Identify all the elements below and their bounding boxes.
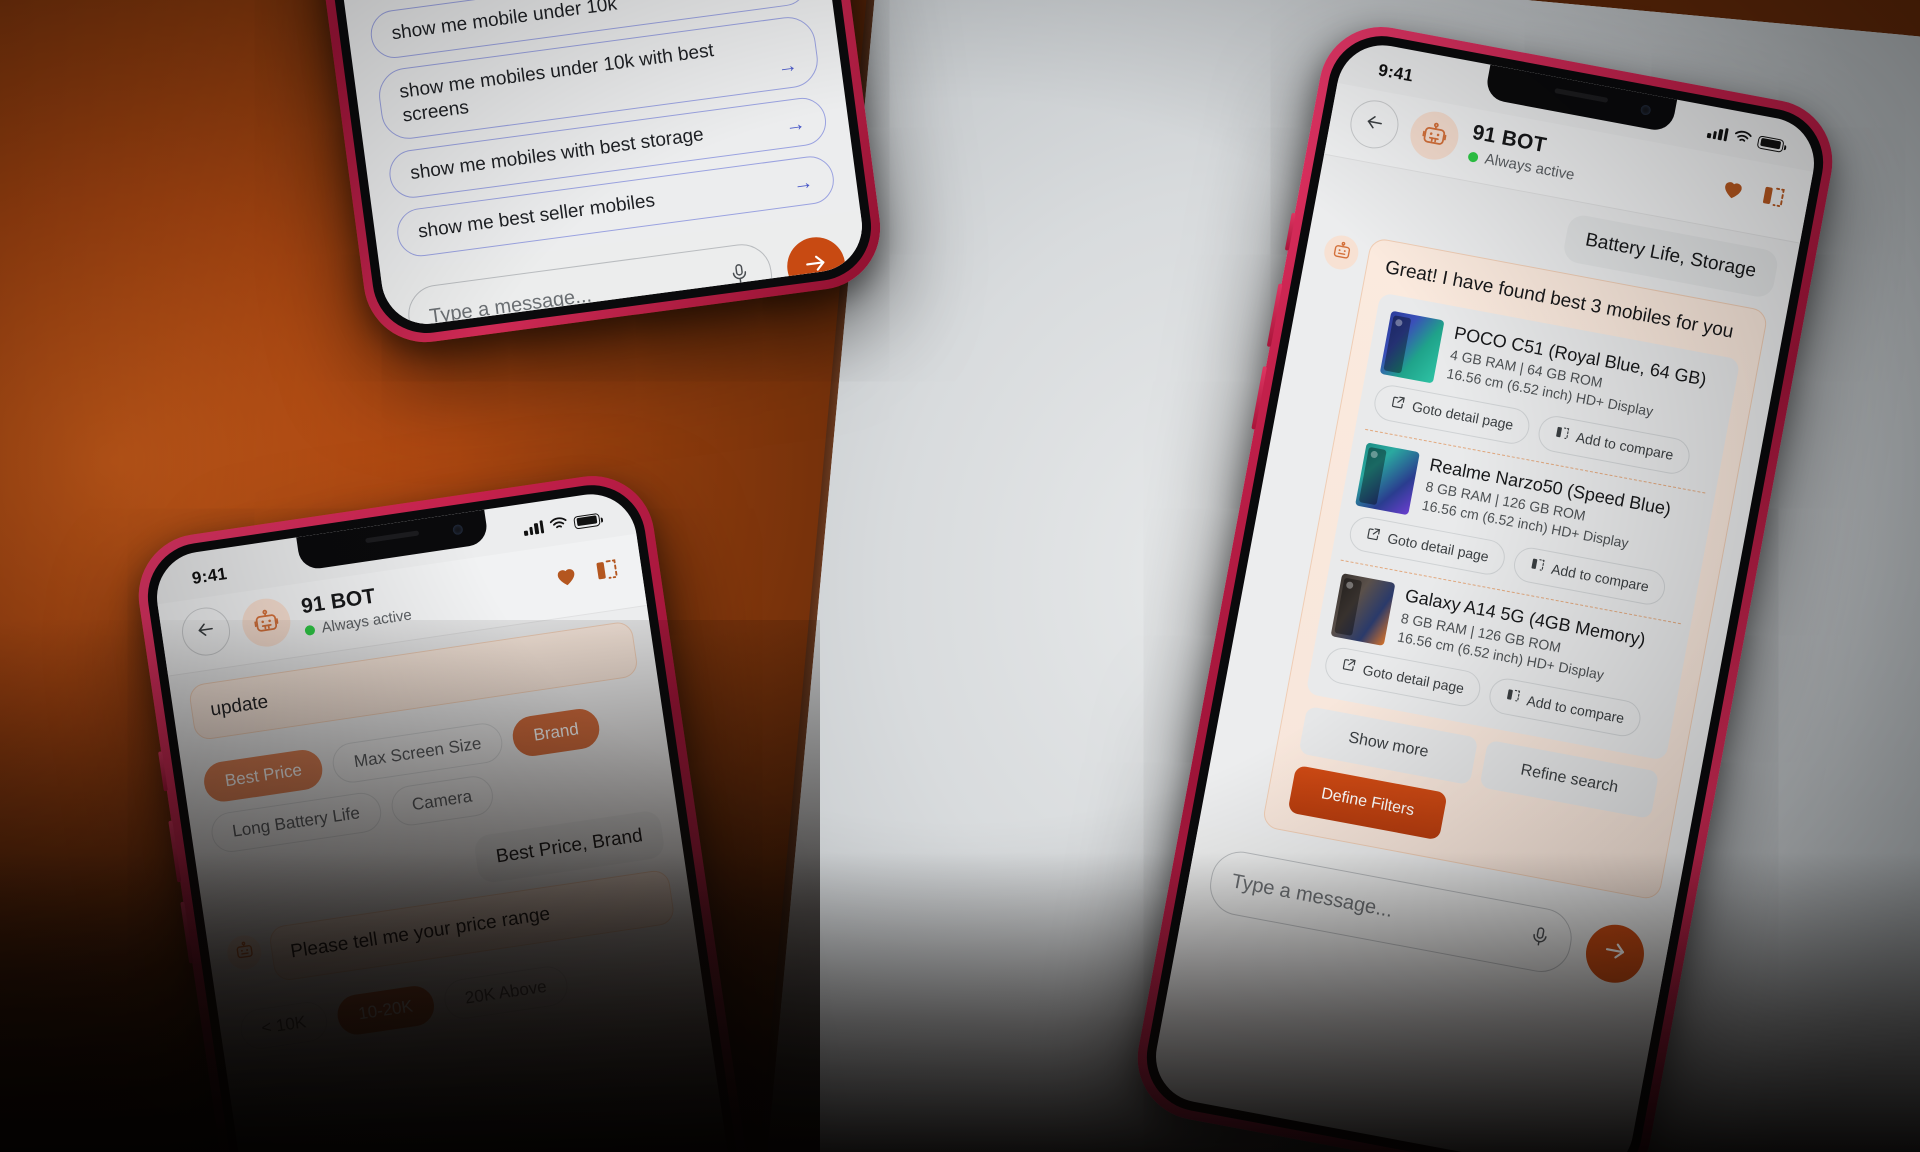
back-button[interactable] (178, 604, 234, 659)
battery-icon (1756, 134, 1785, 153)
robot-icon (250, 604, 283, 641)
online-dot-icon (1467, 150, 1480, 163)
external-link-icon (1339, 656, 1357, 678)
signal-bars-icon (523, 520, 545, 537)
product-image (1379, 310, 1445, 384)
microphone-icon[interactable] (1526, 922, 1553, 956)
send-arrow-icon (801, 249, 831, 283)
robot-icon (1418, 117, 1452, 155)
header-actions (1718, 174, 1788, 216)
external-link-icon (1389, 393, 1407, 415)
send-button-right[interactable] (1581, 919, 1649, 988)
status-icons (522, 509, 601, 540)
earpiece-speaker (1554, 88, 1609, 103)
filter-chip-max-screen-size[interactable]: Max Screen Size (330, 720, 505, 785)
arrow-right-icon: → (776, 54, 799, 79)
goto-detail-page-label: Goto detail page (1410, 398, 1515, 434)
avatar (239, 595, 294, 650)
goto-detail-page-label: Goto detail page (1386, 530, 1491, 565)
filter-chip-camera[interactable]: Camera (388, 773, 496, 828)
add-to-compare-label: Add to compare (1525, 692, 1626, 727)
scene-root: show me mobile under 10k → show me mobil… (0, 0, 1920, 1152)
suggestion-label: show me mobile under 10k (390, 0, 619, 45)
avatar (224, 932, 264, 972)
back-arrow-icon (193, 617, 219, 647)
front-camera (452, 524, 464, 536)
heart-icon[interactable] (1718, 174, 1748, 208)
earpiece-speaker (365, 530, 420, 544)
back-arrow-icon (1361, 109, 1388, 140)
goto-detail-page-label: Goto detail page (1361, 661, 1466, 697)
compare-icon (1553, 424, 1571, 446)
product-image (1355, 441, 1420, 515)
robot-icon (232, 938, 257, 967)
heart-icon[interactable] (552, 562, 581, 595)
filter-chip-brand[interactable]: Brand (509, 705, 603, 759)
bot-results-row: Great! I have found best 3 mobiles for y… (1218, 229, 1769, 901)
message-input-placeholder: Type a message... (1229, 870, 1395, 922)
external-link-icon (1364, 524, 1382, 546)
arrow-right-icon: → (791, 170, 815, 196)
chat-thread-right: Battery Life, Storage Great! I have foun… (1199, 155, 1800, 914)
price-chip-10-20k[interactable]: 10-20K (334, 983, 437, 1038)
avatar (1321, 232, 1362, 273)
compare-icon[interactable] (593, 556, 622, 589)
filter-chip-best-price[interactable]: Best Price (201, 746, 326, 804)
add-to-compare-label: Add to compare (1574, 429, 1675, 463)
status-time: 9:41 (1376, 60, 1415, 86)
avatar (1406, 107, 1463, 164)
battery-icon (573, 512, 601, 530)
front-camera (1639, 104, 1652, 116)
message-input-placeholder: Type a message... (428, 284, 594, 329)
header-actions (552, 556, 622, 595)
back-button[interactable] (1346, 96, 1403, 153)
product-results-card: POCO C51 (Royal Blue, 64 GB) 4 GB RAM | … (1305, 292, 1741, 762)
wifi-icon (1732, 127, 1752, 150)
send-arrow-icon (1599, 936, 1630, 971)
product-image (1330, 573, 1396, 647)
online-dot-icon (304, 624, 316, 636)
robot-icon (1329, 238, 1354, 267)
compare-icon (1528, 555, 1546, 577)
add-to-compare-label: Add to compare (1550, 560, 1651, 595)
wifi-icon (549, 514, 569, 536)
status-time: 9:41 (190, 563, 229, 588)
status-icons (1706, 122, 1785, 156)
compare-icon (1503, 687, 1521, 709)
bot-results-bubble: Great! I have found best 3 mobiles for y… (1261, 236, 1769, 901)
price-chip-under-10k[interactable]: < 10K (237, 999, 330, 1052)
compare-icon[interactable] (1758, 182, 1788, 216)
microphone-icon[interactable] (727, 260, 753, 293)
price-chip-20k-above[interactable]: 20K Above (441, 964, 571, 1022)
suggestion-label: show me best seller mobiles (416, 190, 657, 243)
arrow-right-icon: → (783, 112, 807, 138)
signal-bars-icon (1706, 126, 1729, 142)
